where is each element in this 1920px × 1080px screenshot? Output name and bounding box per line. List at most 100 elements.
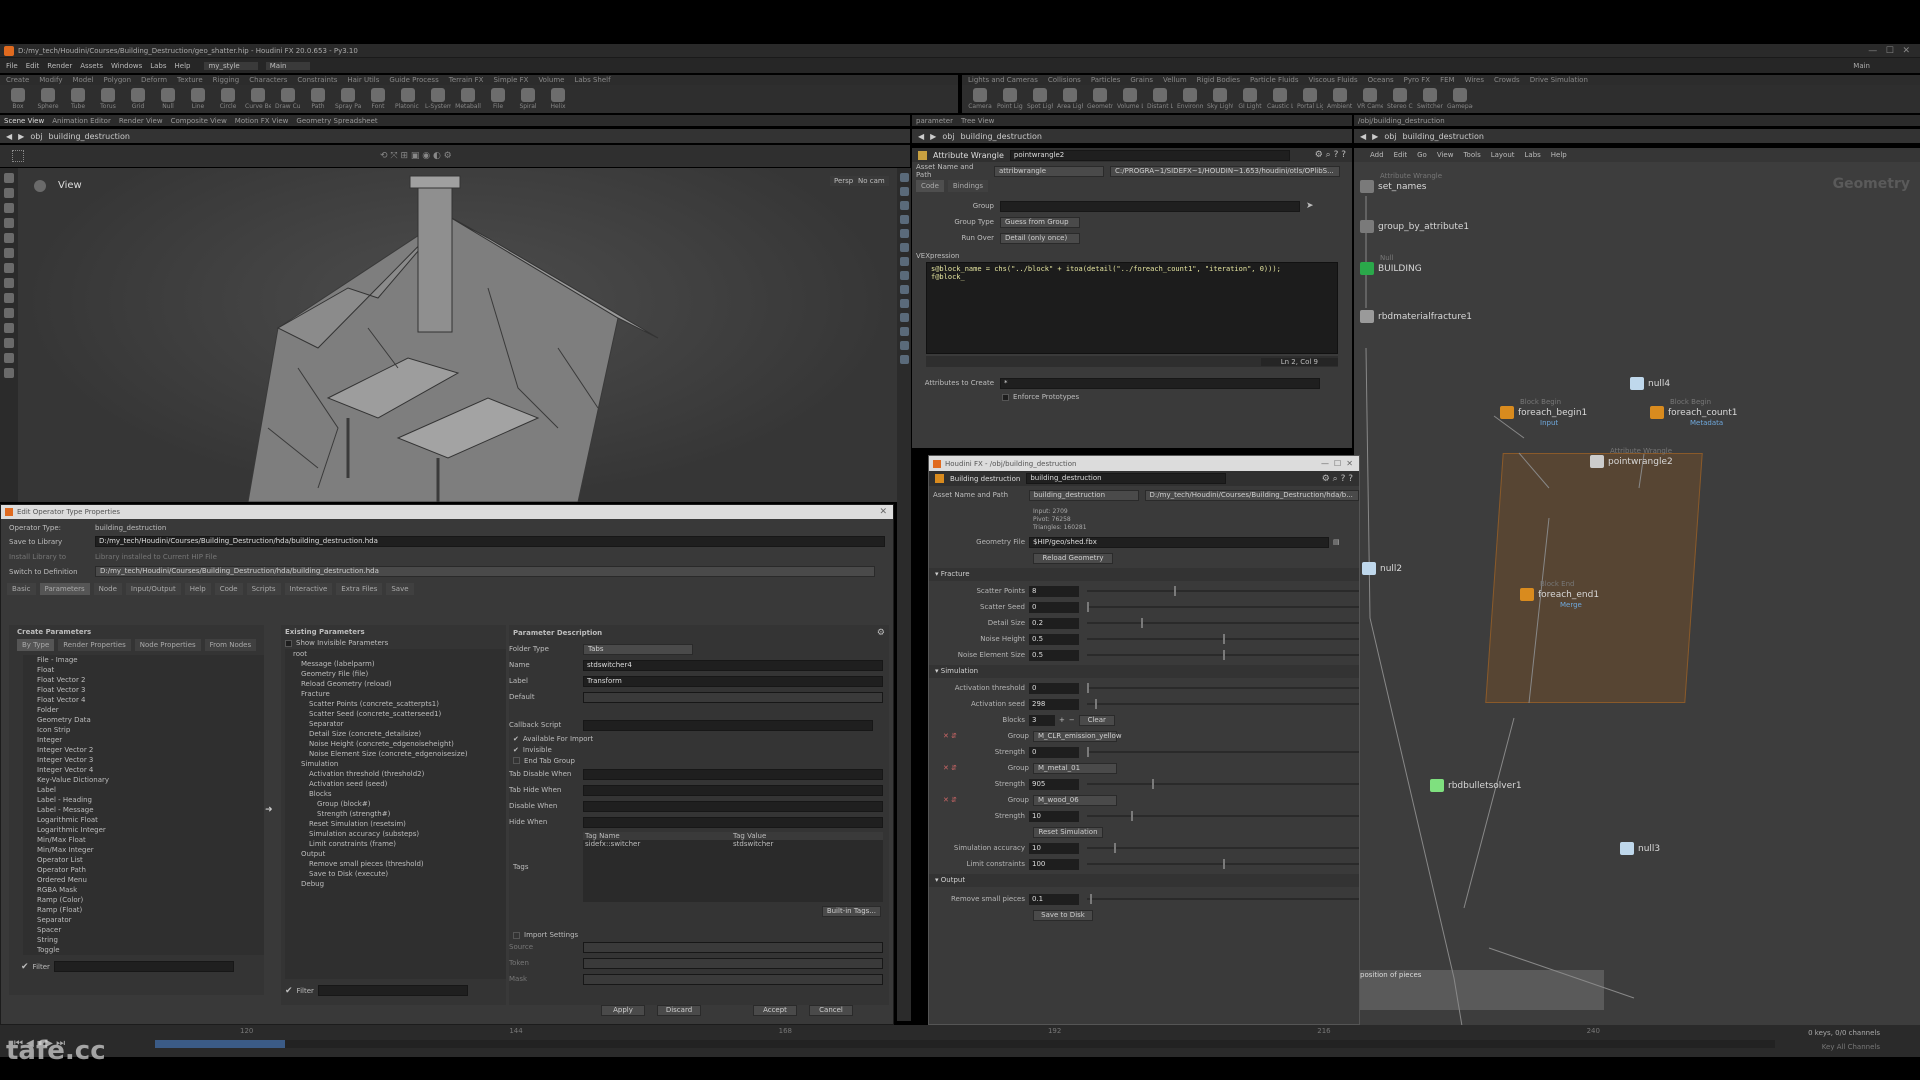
shelf-tool[interactable]: Portal Light bbox=[1297, 88, 1323, 110]
shelf-tab[interactable]: Terrain FX bbox=[449, 76, 484, 84]
remove-small-value[interactable]: 0.1 bbox=[1029, 893, 1079, 905]
shelf-tool[interactable]: Box bbox=[8, 88, 28, 110]
shelf-tool[interactable]: Camera bbox=[968, 88, 992, 110]
filter-icon[interactable]: ✔ bbox=[285, 986, 293, 996]
menu-item-assets[interactable]: Assets bbox=[80, 62, 103, 70]
wireframe-icon[interactable] bbox=[899, 201, 909, 210]
tree-item[interactable]: Debug bbox=[285, 879, 506, 889]
remove-small-slider[interactable] bbox=[1087, 894, 1359, 904]
accept-button[interactable]: Accept bbox=[753, 1005, 797, 1016]
token-field[interactable] bbox=[583, 957, 883, 969]
tree-item[interactable]: Remove small pieces (threshold) bbox=[285, 859, 506, 869]
shelf-tool[interactable]: Grid bbox=[128, 88, 148, 110]
filter-field[interactable] bbox=[53, 961, 234, 972]
node-foreach_begin1[interactable]: Block Begin foreach_begin1 Input bbox=[1500, 398, 1587, 427]
main-right-label[interactable]: Main bbox=[1853, 62, 1870, 70]
node-group_by_attribute1[interactable]: group_by_attribute1 bbox=[1360, 220, 1469, 233]
tree-item[interactable]: Output bbox=[285, 849, 506, 859]
tree-item[interactable]: Message (labelparm) bbox=[285, 659, 506, 669]
param-value[interactable]: 100 bbox=[1029, 858, 1079, 870]
viewer-path-obj[interactable]: obj bbox=[30, 132, 42, 141]
slider-knob[interactable] bbox=[1174, 586, 1177, 596]
run-over-menu[interactable]: Detail (only once) bbox=[1000, 232, 1080, 244]
group-menu[interactable]: M_CLR_emission_yellow bbox=[1033, 730, 1122, 742]
forward-icon[interactable]: ▶ bbox=[1372, 132, 1378, 141]
tree-item[interactable]: Reload Geometry (reload) bbox=[285, 679, 506, 689]
shelf-tool[interactable]: Sky Light bbox=[1207, 88, 1233, 110]
shelf-tab[interactable]: Polygon bbox=[104, 76, 132, 84]
vex-code-editor[interactable]: s@block_name = chs("../block" + itoa(det… bbox=[926, 262, 1338, 354]
group-type-menu[interactable]: Guess from Group bbox=[1000, 216, 1080, 228]
tree-item[interactable]: Simulation bbox=[285, 759, 506, 769]
shelf-tool[interactable]: Line bbox=[188, 88, 208, 110]
tab-scene-view[interactable]: Scene View bbox=[4, 117, 44, 125]
list-item[interactable]: Folder bbox=[23, 705, 264, 715]
tree-item[interactable]: Detail Size (concrete_detailsize) bbox=[285, 729, 506, 739]
guide-icon[interactable] bbox=[899, 327, 909, 336]
shelf-tab[interactable]: Texture bbox=[177, 76, 203, 84]
end-tab-checkbox[interactable] bbox=[513, 757, 520, 764]
list-item[interactable]: Spacer bbox=[23, 925, 264, 935]
fracture-section[interactable]: ▾ Fracture bbox=[929, 568, 1359, 581]
gear-icon[interactable]: ⚙ bbox=[877, 628, 885, 638]
ghost-icon[interactable] bbox=[899, 257, 909, 266]
points-icon[interactable] bbox=[899, 215, 909, 224]
reset-simulation-button[interactable]: Reset Simulation bbox=[1033, 826, 1103, 838]
shelf-tool[interactable]: Metaball bbox=[455, 88, 481, 110]
invisible-checkbox[interactable]: ✔ bbox=[513, 746, 519, 754]
shelf-tab[interactable]: Rigid Bodies bbox=[1197, 76, 1240, 84]
strength-value[interactable]: 905 bbox=[1029, 778, 1079, 790]
group-menu[interactable]: M_wood_06 bbox=[1033, 794, 1117, 806]
list-item[interactable]: Operator Path bbox=[23, 865, 264, 875]
backface-icon[interactable] bbox=[899, 271, 909, 280]
arrow-select-icon[interactable]: ➤ bbox=[1306, 201, 1314, 211]
xray-icon[interactable] bbox=[899, 285, 909, 294]
tab-animation-editor[interactable]: Animation Editor bbox=[52, 117, 111, 125]
handle-tool-icon[interactable] bbox=[4, 248, 14, 258]
source-field[interactable] bbox=[583, 941, 883, 953]
measure-icon[interactable] bbox=[4, 308, 14, 318]
timeline-track[interactable] bbox=[155, 1040, 1775, 1048]
dialog-tab-node[interactable]: Node bbox=[93, 583, 122, 595]
tab-disable-field[interactable] bbox=[583, 768, 883, 780]
forward-icon[interactable]: ▶ bbox=[18, 132, 24, 141]
dialog-tab-save[interactable]: Save bbox=[386, 583, 414, 595]
shelf-tab[interactable]: Deform bbox=[141, 76, 167, 84]
tab-geometry-spreadsheet[interactable]: Geometry Spreadsheet bbox=[296, 117, 377, 125]
shelf-tab[interactable]: Characters bbox=[249, 76, 287, 84]
tree-item[interactable]: Geometry File (file) bbox=[285, 669, 506, 679]
light-tool-icon[interactable] bbox=[4, 338, 14, 348]
param-value[interactable]: 0 bbox=[1029, 682, 1079, 694]
save-to-disk-button[interactable]: Save to Disk bbox=[1033, 909, 1093, 921]
dialog-tab-basic[interactable]: Basic bbox=[7, 583, 36, 595]
select-tool-icon[interactable] bbox=[4, 173, 14, 183]
hide-when-field[interactable] bbox=[583, 816, 883, 828]
callback-field[interactable] bbox=[583, 719, 873, 731]
tab-code[interactable]: Code bbox=[916, 180, 944, 192]
parameter-types-list[interactable]: File - Image Float Float Vector 2 Float Vec… bbox=[23, 655, 264, 955]
tree-item[interactable]: Noise Height (concrete_edgenoiseheight) bbox=[285, 739, 506, 749]
label-field[interactable]: Transform bbox=[583, 675, 883, 687]
template-icon[interactable] bbox=[899, 299, 909, 308]
param-value[interactable]: 0.5 bbox=[1029, 649, 1079, 661]
tab-bindings[interactable]: Bindings bbox=[947, 180, 989, 192]
tree-item[interactable]: Save to Disk (execute) bbox=[285, 869, 506, 879]
shelf-tool[interactable]: Curve Bezier bbox=[245, 88, 271, 110]
tree-item[interactable]: Noise Element Size (concrete_edgenoisesi… bbox=[285, 749, 506, 759]
geo-file-field[interactable]: $HIP/geo/shed.fbx bbox=[1029, 536, 1329, 548]
shelf-tool[interactable]: Sphere bbox=[37, 88, 59, 110]
param-slider[interactable] bbox=[1087, 586, 1359, 596]
shelf-tab[interactable]: Hair Utils bbox=[347, 76, 379, 84]
shelf-tab[interactable]: Create bbox=[6, 76, 29, 84]
switch-definition-menu[interactable]: D:/my_tech/Houdini/Courses/Building_Dest… bbox=[95, 566, 875, 577]
gear-icon[interactable]: ⚙ ⌕ ? ? bbox=[1315, 150, 1346, 160]
list-item[interactable]: Label - Heading bbox=[23, 795, 264, 805]
param-slider[interactable] bbox=[1087, 618, 1359, 628]
tree-item[interactable]: Group (block#) bbox=[285, 799, 506, 809]
shelf-tab[interactable]: Pyro FX bbox=[1404, 76, 1430, 84]
shelf-tool[interactable]: Null bbox=[158, 88, 178, 110]
shelf-tool[interactable]: Spray Paint bbox=[335, 88, 361, 110]
list-item[interactable]: Label - Message bbox=[23, 805, 264, 815]
shelf-tool[interactable]: Switcher bbox=[1417, 88, 1443, 110]
slider-knob[interactable] bbox=[1087, 683, 1089, 693]
